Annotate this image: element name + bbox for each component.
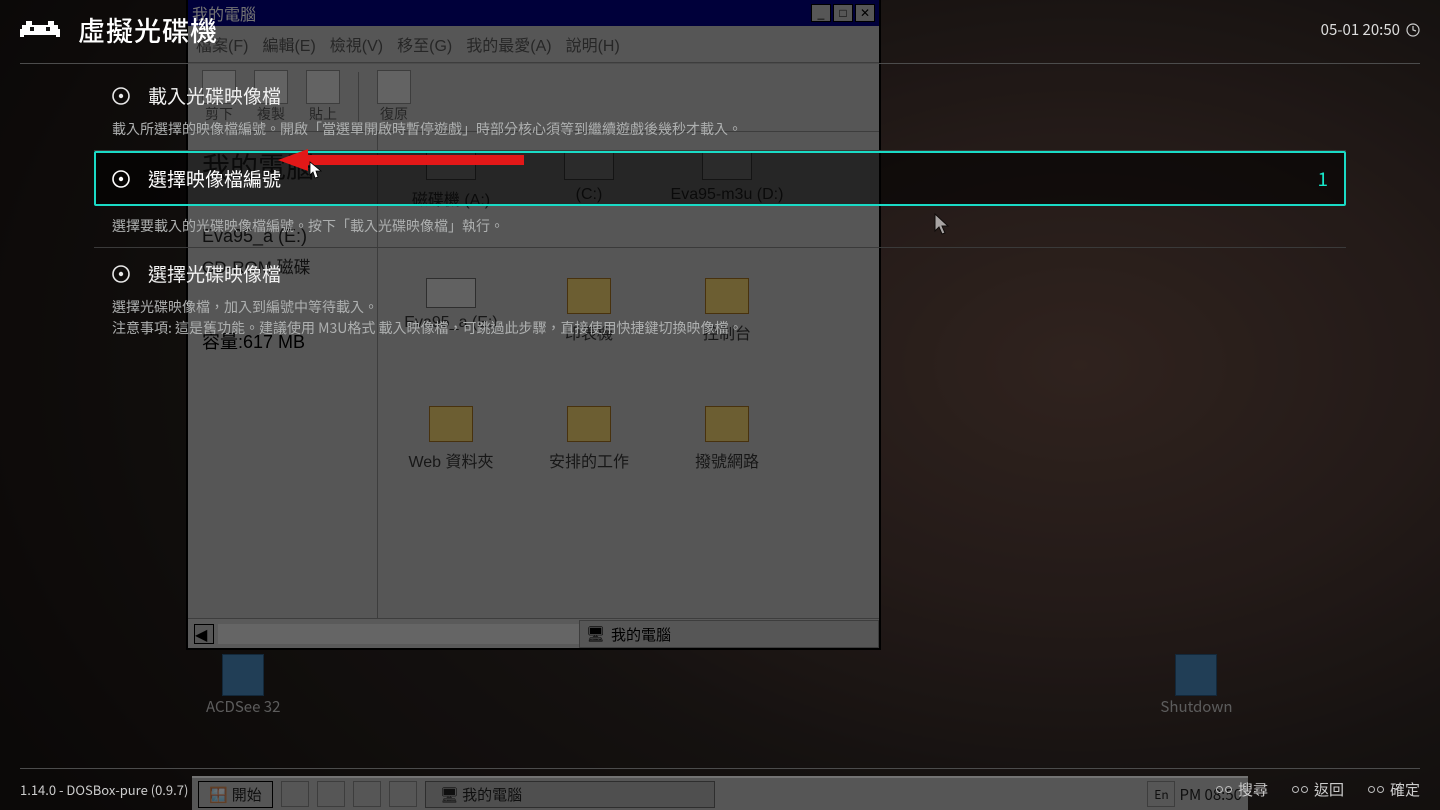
retroarch-icon [20, 17, 60, 43]
win95-statusbar: 🖥我的電腦 [579, 620, 879, 648]
menu-item-sublabel: 選擇要載入的光碟映像檔編號。按下「載入光碟映像檔」執行。 [112, 216, 1328, 237]
hint-back[interactable]: 返回 [1292, 779, 1344, 800]
clock: 05-01 20:50 [1321, 19, 1420, 40]
footer-bar: 1.14.0 - DOSBox-pure (0.9.7) 搜尋 返回 確定 [20, 768, 1420, 800]
version-label: 1.14.0 - DOSBox-pure (0.9.7) [20, 780, 188, 799]
gamepad-icon [1216, 782, 1232, 798]
gamepad-icon [1368, 782, 1384, 798]
disc-icon [112, 170, 130, 188]
gamepad-icon [1292, 782, 1308, 798]
disc-icon [112, 265, 130, 283]
clock-icon [1406, 23, 1420, 37]
disc-icon [112, 87, 130, 105]
page-title: 虛擬光碟機 [78, 10, 218, 49]
menu-item-label: 選擇映像檔編號 [148, 165, 281, 192]
desktop-icon-shutdown: Shutdown [1160, 654, 1232, 717]
menu-item-sublabel: 選擇光碟映像檔，加入到編號中等待載入。 注意事項: 這是舊功能。建議使用 M3U… [112, 297, 1328, 339]
desktop-icon-acdsee: ACDSee 32 [206, 654, 280, 717]
hint-search[interactable]: 搜尋 [1216, 779, 1268, 800]
menu-item-label: 選擇光碟映像檔 [148, 260, 281, 287]
menu-item-select-index[interactable]: 選擇映像檔編號 1 [94, 151, 1346, 206]
menu-header: 虛擬光碟機 05-01 20:50 [20, 10, 1420, 64]
menu-item-label: 載入光碟映像檔 [148, 82, 281, 109]
menu-item-load-disc[interactable]: 載入光碟映像檔 載入所選擇的映像檔編號。開啟「當選單開啟時暫停遊戲」時部分核心須… [94, 70, 1346, 151]
menu-item-value: 1 [1317, 165, 1328, 192]
menu-item-select-image[interactable]: 選擇光碟映像檔 選擇光碟映像檔，加入到編號中等待載入。 注意事項: 這是舊功能。… [94, 248, 1346, 349]
hint-ok[interactable]: 確定 [1368, 779, 1420, 800]
menu-item-sublabel: 載入所選擇的映像檔編號。開啟「當選單開啟時暫停遊戲」時部分核心須等到繼續遊戲後幾… [112, 119, 1328, 140]
menu-list: 載入光碟映像檔 載入所選擇的映像檔編號。開啟「當選單開啟時暫停遊戲」時部分核心須… [94, 70, 1346, 349]
